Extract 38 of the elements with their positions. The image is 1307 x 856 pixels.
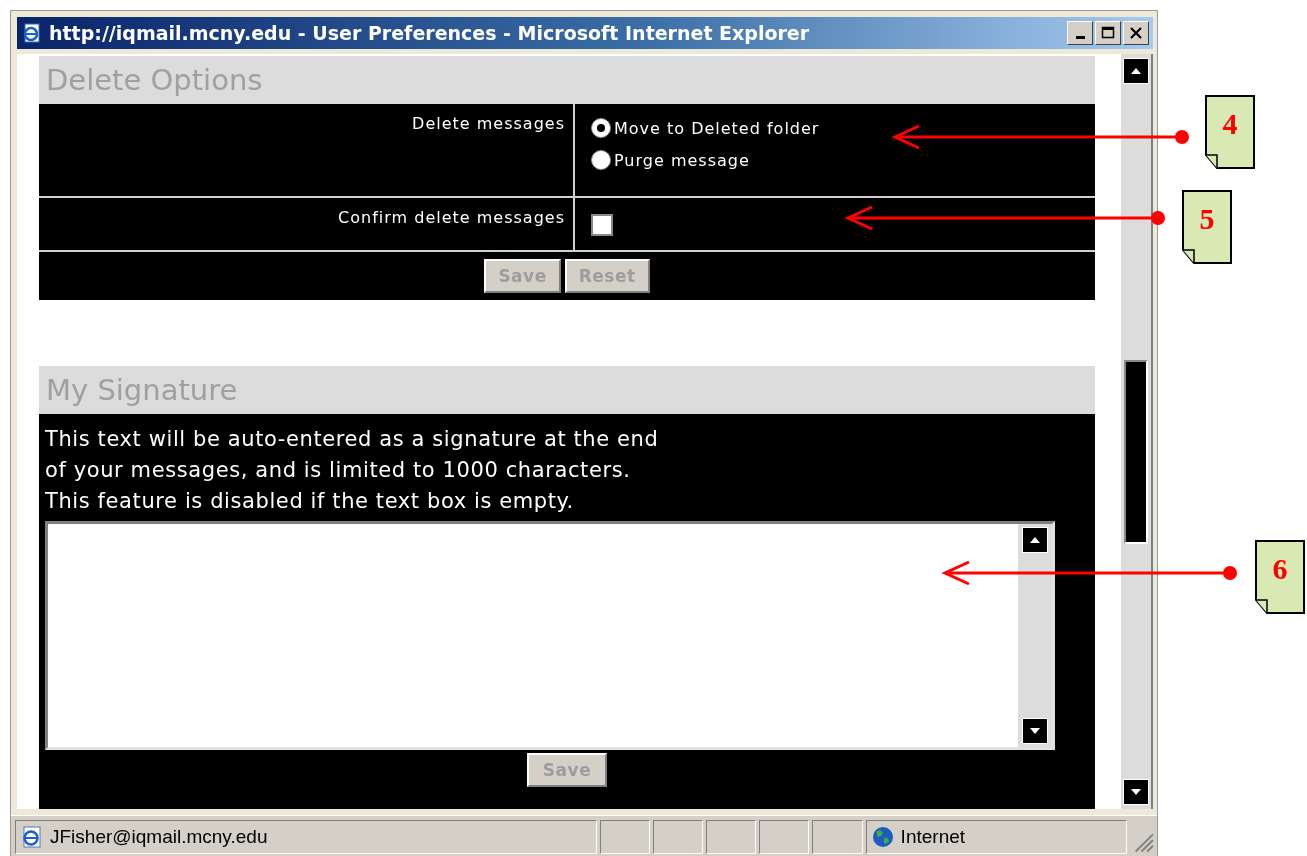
callout-note: 6 — [1255, 540, 1305, 614]
description-text: This text will be auto-entered as a signature at the end of your messages, and is limited to 1000 characters. This feature is disabled if the text box is empty. — [45, 426, 660, 515]
close-button[interactable] — [1123, 21, 1149, 45]
field-label: Confirm delete messages — [338, 208, 565, 227]
field-label: Delete messages — [412, 114, 565, 133]
minimize-icon — [1075, 35, 1085, 39]
scroll-down-icon[interactable] — [1022, 718, 1048, 744]
callout-note: 5 — [1182, 190, 1232, 264]
checkbox[interactable] — [591, 214, 613, 236]
globe-icon — [870, 825, 895, 849]
radio-option[interactable]: Move to Deleted folder — [591, 118, 1095, 138]
status-pane — [599, 820, 650, 854]
status-pane — [653, 820, 704, 854]
status-pane — [706, 820, 757, 854]
scroll-up-icon[interactable] — [1022, 527, 1048, 553]
minimize-button[interactable] — [1067, 21, 1093, 45]
section-heading: Delete Options — [39, 56, 1095, 104]
scroll-up-icon[interactable] — [1123, 58, 1149, 84]
page-icon — [20, 825, 44, 849]
callout-note: 4 — [1205, 95, 1255, 169]
status-pane — [812, 820, 863, 854]
maximize-button[interactable] — [1095, 21, 1121, 45]
scroll-down-icon[interactable] — [1123, 779, 1149, 805]
scrollbar[interactable] — [1121, 54, 1153, 809]
maximize-icon — [1101, 26, 1115, 40]
scroll-thumb[interactable] — [1124, 360, 1148, 544]
status-text: JFisher@iqmail.mcny.edu — [50, 826, 268, 848]
scrollbar[interactable] — [1018, 524, 1052, 747]
radio-button[interactable] — [591, 118, 611, 138]
close-icon — [1129, 26, 1143, 40]
window-title: http://iqmail.mcny.edu - User Preferences - Microsoft Internet Explorer — [49, 22, 811, 44]
radio-button[interactable] — [591, 150, 611, 170]
radio-option[interactable]: Purge message — [591, 150, 1095, 170]
status-pane — [759, 820, 810, 854]
browser-page-icon — [21, 22, 43, 44]
section-heading: My Signature — [39, 366, 1095, 414]
zone-text: Internet — [900, 826, 966, 848]
signature-field[interactable] — [45, 521, 1055, 750]
